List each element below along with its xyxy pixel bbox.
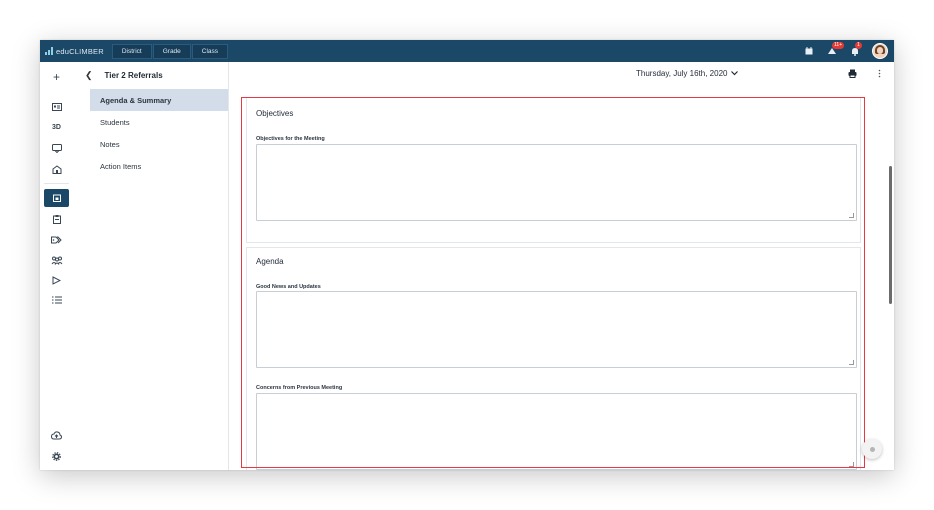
- back-chevron-icon[interactable]: ❮: [85, 70, 93, 81]
- meeting-date-selector[interactable]: Thursday, July 16th, 2020: [636, 69, 739, 78]
- top-navigation-bar: eduCLIMBER District Grade Class 11+ 1: [40, 40, 894, 62]
- calendar-icon[interactable]: [803, 45, 815, 57]
- objectives-title: Objectives: [256, 109, 294, 118]
- settings-icon[interactable]: [44, 447, 69, 465]
- objectives-field-label: Objectives for the Meeting: [256, 136, 325, 142]
- level-tabs: District Grade Class: [111, 43, 229, 59]
- agenda-title: Agenda: [256, 257, 284, 266]
- profile-card-icon[interactable]: [44, 98, 69, 116]
- vertical-scrollbar[interactable]: [889, 166, 892, 304]
- icon-rail: + 3D: [40, 62, 74, 470]
- floating-action-button[interactable]: [862, 439, 882, 459]
- more-options-icon[interactable]: [878, 69, 881, 80]
- objectives-section: Objectives Objectives for the Meeting: [246, 97, 861, 243]
- messages-badge: 11+: [832, 42, 845, 49]
- calendar-icon[interactable]: [44, 189, 69, 207]
- rail-divider: [44, 183, 69, 184]
- meeting-date: Thursday, July 16th, 2020: [636, 69, 728, 78]
- tags-icon[interactable]: [44, 231, 69, 249]
- tab-class[interactable]: Class: [191, 43, 229, 59]
- back-row: ❮ Tier 2 Referrals: [85, 70, 163, 81]
- brand-logo[interactable]: eduCLIMBER: [45, 47, 104, 56]
- subnav-item-notes[interactable]: Notes: [90, 133, 228, 155]
- school-icon[interactable]: [44, 160, 69, 178]
- concerns-textarea[interactable]: [256, 393, 857, 470]
- subnav-item-students[interactable]: Students: [90, 111, 228, 133]
- alerts-badge: 1: [855, 42, 862, 49]
- logo-bars-icon: [45, 47, 53, 55]
- brand-name: eduCLIMBER: [56, 46, 104, 56]
- bell-icon[interactable]: 1: [849, 42, 862, 57]
- section-sidebar: ❮ Tier 2 Referrals Agenda & Summary Stud…: [73, 62, 229, 470]
- chat-icon[interactable]: [44, 139, 69, 157]
- concerns-field-label: Concerns from Previous Meeting: [256, 385, 343, 391]
- good-news-field-label: Good News and Updates: [256, 284, 321, 290]
- page-title: Tier 2 Referrals: [104, 71, 163, 80]
- 3d-icon[interactable]: 3D: [44, 118, 69, 136]
- chevron-down-icon: [731, 69, 739, 78]
- user-avatar[interactable]: [872, 43, 888, 59]
- list-icon[interactable]: [44, 291, 69, 309]
- flag-icon[interactable]: [44, 271, 69, 289]
- clipboard-icon[interactable]: [44, 210, 69, 228]
- print-icon[interactable]: [848, 69, 857, 80]
- good-news-textarea[interactable]: [256, 291, 857, 368]
- messages-icon[interactable]: 11+: [826, 42, 845, 57]
- objectives-textarea[interactable]: [256, 144, 857, 221]
- subnav-item-action-items[interactable]: Action Items: [90, 155, 228, 177]
- app-window: eduCLIMBER District Grade Class 11+ 1 +: [40, 40, 894, 470]
- agenda-section: Agenda Good News and Updates Concerns fr…: [246, 247, 861, 470]
- tab-district[interactable]: District: [111, 43, 152, 59]
- top-actions: 11+ 1: [803, 42, 888, 59]
- upload-cloud-icon[interactable]: [44, 426, 69, 444]
- add-icon[interactable]: +: [44, 68, 69, 86]
- meeting-content: Objectives Objectives for the Meeting Ag…: [241, 97, 865, 470]
- group-icon[interactable]: [44, 251, 69, 269]
- tab-grade[interactable]: Grade: [152, 43, 191, 59]
- subnav-item-agenda-summary[interactable]: Agenda & Summary: [90, 89, 228, 111]
